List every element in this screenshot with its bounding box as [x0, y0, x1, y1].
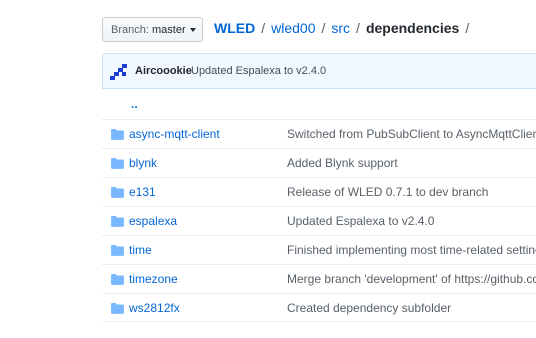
folder-icon [111, 245, 124, 256]
folder-icon [111, 129, 124, 140]
commit-message-link[interactable]: Created dependency subfolder [287, 301, 451, 315]
file-row[interactable]: blynk Added Blynk support [102, 148, 536, 177]
commit-message-link[interactable]: Finished implementing most time-related … [287, 243, 536, 257]
file-row[interactable]: time Finished implementing most time-rel… [102, 235, 536, 264]
commit-message-link[interactable]: Switched from PubSubClient to AsyncMqttC… [287, 127, 536, 141]
breadcrumb-separator: / [465, 20, 470, 36]
folder-name-link[interactable]: blynk [129, 156, 157, 170]
folder-name-link[interactable]: time [129, 243, 152, 257]
parent-directory-row[interactable]: .. [102, 89, 536, 119]
caret-down-icon [189, 27, 196, 32]
file-row[interactable]: e131 Release of WLED 0.7.1 to dev branch [102, 177, 536, 206]
file-row[interactable]: espalexa Updated Espalexa to v2.4.0 [102, 206, 536, 235]
commit-message-link[interactable]: Added Blynk support [287, 156, 398, 170]
commit-author-link[interactable]: Aircoookie [135, 65, 192, 77]
folder-name-link[interactable]: ws2812fx [129, 301, 180, 315]
breadcrumb-separator: / [261, 20, 266, 36]
file-row[interactable]: timezone Merge branch 'development' of h… [102, 264, 536, 293]
branch-select-button[interactable]: Branch: master [102, 17, 203, 42]
breadcrumb-link-wled00[interactable]: wled00 [271, 20, 315, 36]
breadcrumb: WLED / wled00 / src / dependencies / [214, 20, 475, 36]
latest-commit-bar: Aircoookie Updated Espalexa to v2.4.0 [102, 53, 536, 89]
parent-directory-link[interactable]: .. [131, 97, 138, 111]
identicon-avatar-icon[interactable] [110, 62, 130, 82]
file-row[interactable]: ws2812fx Created dependency subfolder [102, 293, 536, 322]
folder-icon [111, 274, 124, 285]
folder-icon [111, 158, 124, 169]
folder-name-link[interactable]: espalexa [129, 214, 177, 228]
file-list: .. async-mqtt-client Switched from PubSu… [102, 89, 536, 322]
folder-name-link[interactable]: e131 [129, 185, 156, 199]
breadcrumb-current-folder: dependencies [365, 20, 460, 36]
commit-message-link[interactable]: Updated Espalexa to v2.4.0 [287, 214, 434, 228]
file-row[interactable]: async-mqtt-client Switched from PubSubCl… [102, 119, 536, 148]
branch-prefix-label: Branch: [111, 23, 149, 36]
folder-name-link[interactable]: timezone [129, 272, 178, 286]
folder-icon [111, 303, 124, 314]
commit-message-link[interactable]: Updated Espalexa to v2.4.0 [191, 65, 326, 77]
folder-icon [111, 187, 124, 198]
breadcrumb-separator: / [356, 20, 360, 36]
breadcrumb-separator: / [321, 20, 326, 36]
breadcrumb-link-src[interactable]: src [331, 20, 350, 36]
folder-icon [111, 216, 124, 227]
commit-message-link[interactable]: Merge branch 'development' of https://gi… [287, 272, 536, 286]
folder-name-link[interactable]: async-mqtt-client [129, 127, 220, 141]
breadcrumb-repo-link[interactable]: WLED [214, 20, 255, 36]
commit-message-link[interactable]: Release of WLED 0.7.1 to dev branch [287, 185, 488, 199]
branch-name: master [151, 23, 186, 36]
